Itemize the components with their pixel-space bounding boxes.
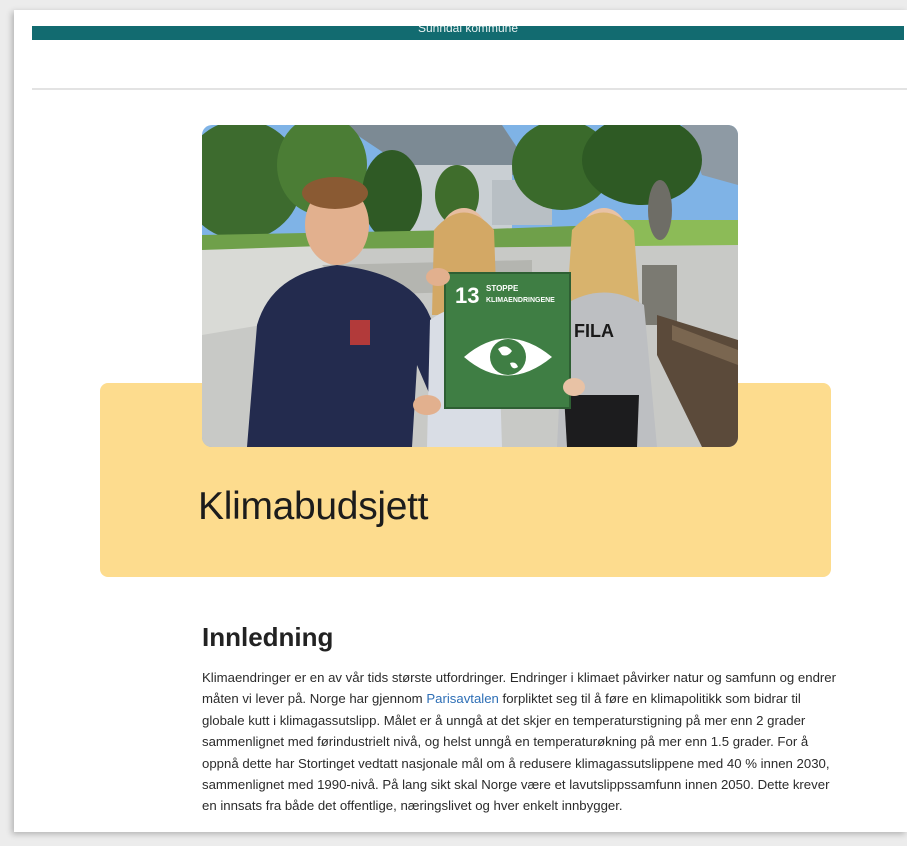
globe-icon <box>490 339 526 375</box>
page-title: Klimabudsjett <box>198 485 429 528</box>
paris-agreement-link[interactable]: Parisavtalen <box>426 691 499 706</box>
intro-text: Klimaendringer er en av vår tids største… <box>202 667 842 817</box>
sign-text-line1: STOPPE <box>486 284 519 293</box>
sign-number: 13 <box>455 283 479 308</box>
intro-heading: Innledning <box>202 622 334 652</box>
top-banner: Sunndal kommune <box>32 26 904 40</box>
page: Sunndal kommune FILA 13 STOPPE KLIMAENDR… <box>14 10 907 832</box>
intro-text-part2: forpliktet seg til å føre en klimapoliti… <box>202 691 830 814</box>
shirt-print: FILA <box>574 321 614 341</box>
municipality-name[interactable]: Sunndal kommune <box>418 26 518 35</box>
hero-image: FILA 13 STOPPE KLIMAENDRINGENE <box>202 125 738 447</box>
sign-text-line2: KLIMAENDRINGENE <box>486 297 555 304</box>
intro-section: Innledning Klimaendringer er en av vår t… <box>202 622 842 817</box>
header-divider <box>32 88 907 90</box>
